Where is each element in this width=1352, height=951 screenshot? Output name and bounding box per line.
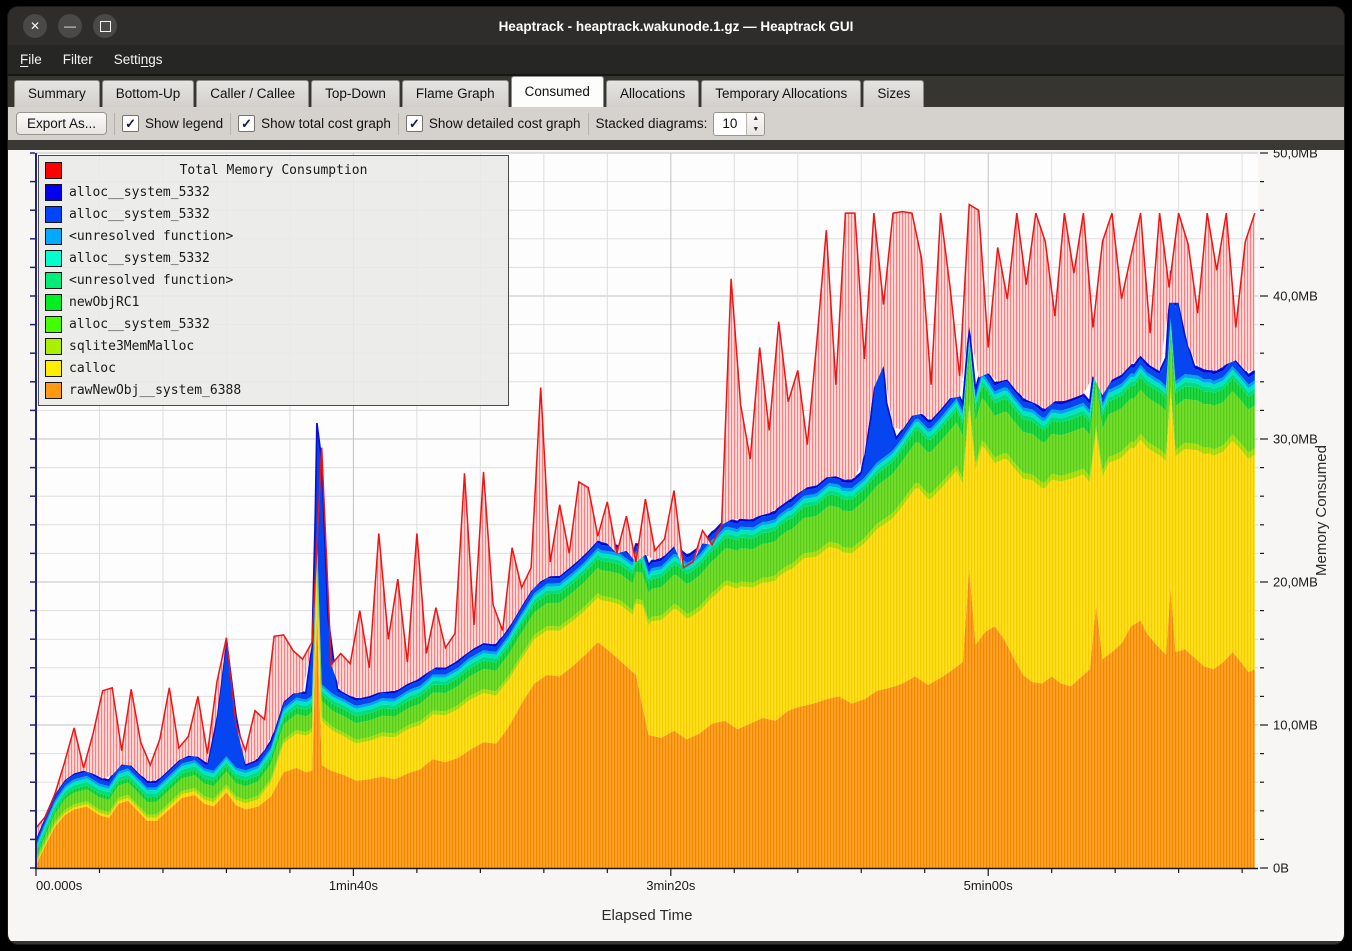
legend-swatch-icon bbox=[45, 316, 62, 333]
title-bar: ✕— Heaptrack - heaptrack.wakunode.1.gz —… bbox=[8, 7, 1344, 45]
export-as-button[interactable]: Export As... bbox=[16, 112, 107, 135]
tab-consumed[interactable]: Consumed bbox=[511, 76, 604, 107]
checkbox-icon[interactable]: ✓ bbox=[406, 115, 423, 132]
menu-settings[interactable]: Settings bbox=[105, 48, 172, 71]
toolbar: Export As... ✓ Show legend ✓ Show total cos… bbox=[8, 107, 1344, 150]
legend-swatch-icon bbox=[45, 250, 62, 267]
legend-item: rawNewObj__system_6388 bbox=[39, 379, 508, 401]
legend-item: alloc__system_5332 bbox=[39, 313, 508, 335]
legend-swatch-icon bbox=[45, 382, 62, 399]
checkbox-label: Show total cost graph bbox=[261, 116, 391, 131]
legend-label: alloc__system_5332 bbox=[69, 185, 210, 200]
tab-bar: SummaryBottom-UpCaller / CalleeTop-DownF… bbox=[8, 76, 1344, 107]
legend-swatch-icon bbox=[45, 206, 62, 223]
legend-label: alloc__system_5332 bbox=[69, 317, 210, 332]
y-tick-label: 50,0MB bbox=[1273, 150, 1318, 161]
checkbox-icon[interactable]: ✓ bbox=[238, 115, 255, 132]
legend-swatch-icon bbox=[45, 228, 62, 245]
legend-swatch-icon bbox=[45, 338, 62, 355]
legend-item: <unresolved function> bbox=[39, 225, 508, 247]
legend-label: rawNewObj__system_6388 bbox=[69, 383, 241, 398]
x-axis-title: Elapsed Time bbox=[602, 907, 693, 924]
y-tick-label: 30,0MB bbox=[1273, 432, 1318, 447]
toolbar-separator bbox=[114, 113, 115, 135]
menu-file[interactable]: File bbox=[11, 48, 51, 71]
legend-swatch-icon bbox=[45, 162, 62, 179]
legend-label: Total Memory Consumption bbox=[180, 163, 368, 178]
y-tick-label: 20,0MB bbox=[1273, 575, 1318, 590]
tab-sizes[interactable]: Sizes bbox=[863, 80, 924, 107]
y-tick-label: 10,0MB bbox=[1273, 718, 1318, 733]
legend-item: calloc bbox=[39, 357, 508, 379]
legend-label: <unresolved function> bbox=[69, 229, 233, 244]
legend-label: newObjRC1 bbox=[69, 295, 139, 310]
chart-legend: Total Memory Consumption alloc__system_53… bbox=[38, 155, 509, 406]
checkbox-show-legend[interactable]: ✓ Show legend bbox=[122, 115, 223, 132]
legend-item: <unresolved function> bbox=[39, 269, 508, 291]
checkbox-label: Show legend bbox=[145, 116, 223, 131]
legend-item: alloc__system_5332 bbox=[39, 181, 508, 203]
app-window: ✕— Heaptrack - heaptrack.wakunode.1.gz —… bbox=[8, 7, 1344, 944]
toolbar-separator bbox=[398, 113, 399, 135]
consumed-chart-region: 0B 10,0MB 20,0MB 30,0MB 40,0MB 50,0MB 00.000s 1… bbox=[8, 150, 1344, 941]
legend-item: sqlite3MemMalloc bbox=[39, 335, 508, 357]
x-tick-label: 3min20s bbox=[646, 878, 696, 893]
menu-bar: FileFilterSettings bbox=[8, 45, 1344, 76]
legend-swatch-icon bbox=[45, 272, 62, 289]
tab-summary[interactable]: Summary bbox=[14, 80, 100, 107]
x-tick-label: 5min00s bbox=[964, 878, 1014, 893]
x-tick-label: 00.000s bbox=[36, 878, 83, 893]
toolbar-separator bbox=[230, 113, 231, 135]
toolbar-separator bbox=[588, 113, 589, 135]
window-title: Heaptrack - heaptrack.wakunode.1.gz — He… bbox=[8, 19, 1344, 34]
tab-bottom-up[interactable]: Bottom-Up bbox=[102, 80, 195, 107]
stacked-diagrams-spinbox[interactable]: 10 ▲ ▼ bbox=[713, 112, 765, 136]
tab-flame-graph[interactable]: Flame Graph bbox=[402, 80, 509, 107]
checkbox-label: Show detailed cost graph bbox=[429, 116, 581, 131]
legend-item: newObjRC1 bbox=[39, 291, 508, 313]
legend-swatch-icon bbox=[45, 294, 62, 311]
stacked-diagrams-value: 10 bbox=[714, 116, 746, 131]
legend-label: <unresolved function> bbox=[69, 273, 233, 288]
legend-swatch-icon bbox=[45, 360, 62, 377]
tab-allocations[interactable]: Allocations bbox=[606, 80, 699, 107]
spin-down-icon[interactable]: ▼ bbox=[747, 124, 764, 135]
checkbox-show-total-cost-graph[interactable]: ✓ Show total cost graph bbox=[238, 115, 391, 132]
tab-temporary-allocations[interactable]: Temporary Allocations bbox=[701, 80, 861, 107]
tab-caller-callee[interactable]: Caller / Callee bbox=[196, 80, 309, 107]
x-tick-label: 1min40s bbox=[329, 878, 379, 893]
stacked-diagrams-label: Stacked diagrams: bbox=[596, 116, 708, 131]
y-tick-label: 0B bbox=[1273, 861, 1289, 876]
y-axis-title: Memory Consumed bbox=[1313, 445, 1330, 576]
legend-item: alloc__system_5332 bbox=[39, 247, 508, 269]
legend-label: sqlite3MemMalloc bbox=[69, 339, 194, 354]
legend-title-row: Total Memory Consumption bbox=[39, 159, 508, 181]
menu-filter[interactable]: Filter bbox=[54, 48, 102, 71]
spin-up-icon[interactable]: ▲ bbox=[747, 113, 764, 124]
legend-label: alloc__system_5332 bbox=[69, 251, 210, 266]
legend-swatch-icon bbox=[45, 184, 62, 201]
y-tick-label: 40,0MB bbox=[1273, 289, 1318, 304]
legend-item: alloc__system_5332 bbox=[39, 203, 508, 225]
checkbox-icon[interactable]: ✓ bbox=[122, 115, 139, 132]
tab-top-down[interactable]: Top-Down bbox=[311, 80, 400, 107]
legend-label: calloc bbox=[69, 361, 116, 376]
checkbox-show-detailed-cost-graph[interactable]: ✓ Show detailed cost graph bbox=[406, 115, 581, 132]
legend-label: alloc__system_5332 bbox=[69, 207, 210, 222]
